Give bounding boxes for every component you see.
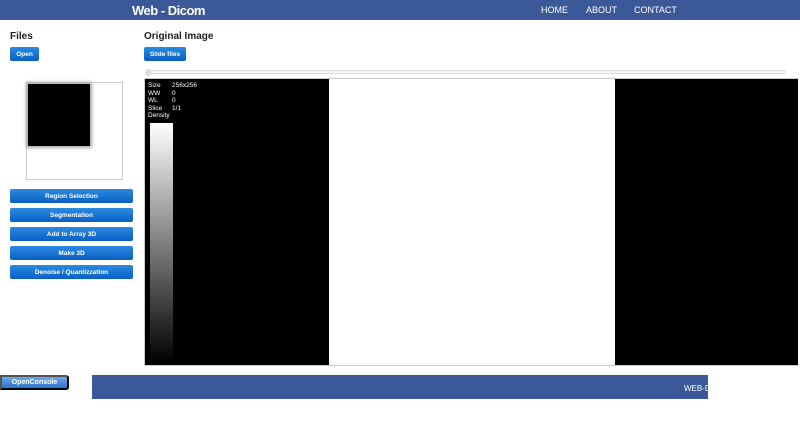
brand-title: Web - Dicom [132,3,206,18]
region-selection-button[interactable]: Region Selection [10,189,133,203]
footer-text: WEB-DICOM [684,384,708,393]
files-heading: Files [10,31,33,42]
denoise-quantization-button[interactable]: Denoise / Quantizzation [10,265,133,279]
slide-files-button[interactable]: Slide files [144,47,186,61]
slice-label: Slice [148,104,163,112]
size-value: 256x256 [172,82,197,89]
nav-about[interactable]: ABOUT [586,5,617,15]
density-bar [150,123,173,363]
add-to-array-3d-button[interactable]: Add to Array 3D [10,227,133,241]
nav-contact[interactable]: CONTACT [634,5,677,15]
size-label: Size [148,82,161,89]
ww-value: 0 [172,89,176,97]
image-info-overlay: Size 256x256 WW 0 WL 0 Slice 1/1 Density [148,82,197,120]
thumbnail-image[interactable] [28,84,90,146]
wl-value: 0 [172,97,176,104]
thumbnail-panel [26,82,123,180]
image-canvas[interactable]: Size 256x256 WW 0 WL 0 Slice 1/1 Density [145,79,329,365]
density-label: Density [148,112,170,119]
secondary-canvas[interactable] [615,79,798,365]
slice-value: 1/1 [172,104,182,112]
header-bar: Web - Dicom HOME ABOUT CONTACT [0,0,800,20]
slider-handle[interactable] [145,69,152,76]
dicom-viewer[interactable]: Size 256x256 WW 0 WL 0 Slice 1/1 Density [144,78,798,366]
original-image-heading: Original Image [144,31,214,42]
slice-slider[interactable] [145,69,786,76]
nav-home[interactable]: HOME [541,5,568,15]
open-console-button[interactable]: OpenConsole [0,375,69,390]
ww-label: WW [148,89,161,97]
segmentation-button[interactable]: Segmentation [10,208,133,222]
footer-bar: WEB-DICOM [92,375,708,399]
wl-label: WL [148,97,158,104]
open-button[interactable]: Open [10,47,39,61]
make-3d-button[interactable]: Make 3D [10,246,133,260]
